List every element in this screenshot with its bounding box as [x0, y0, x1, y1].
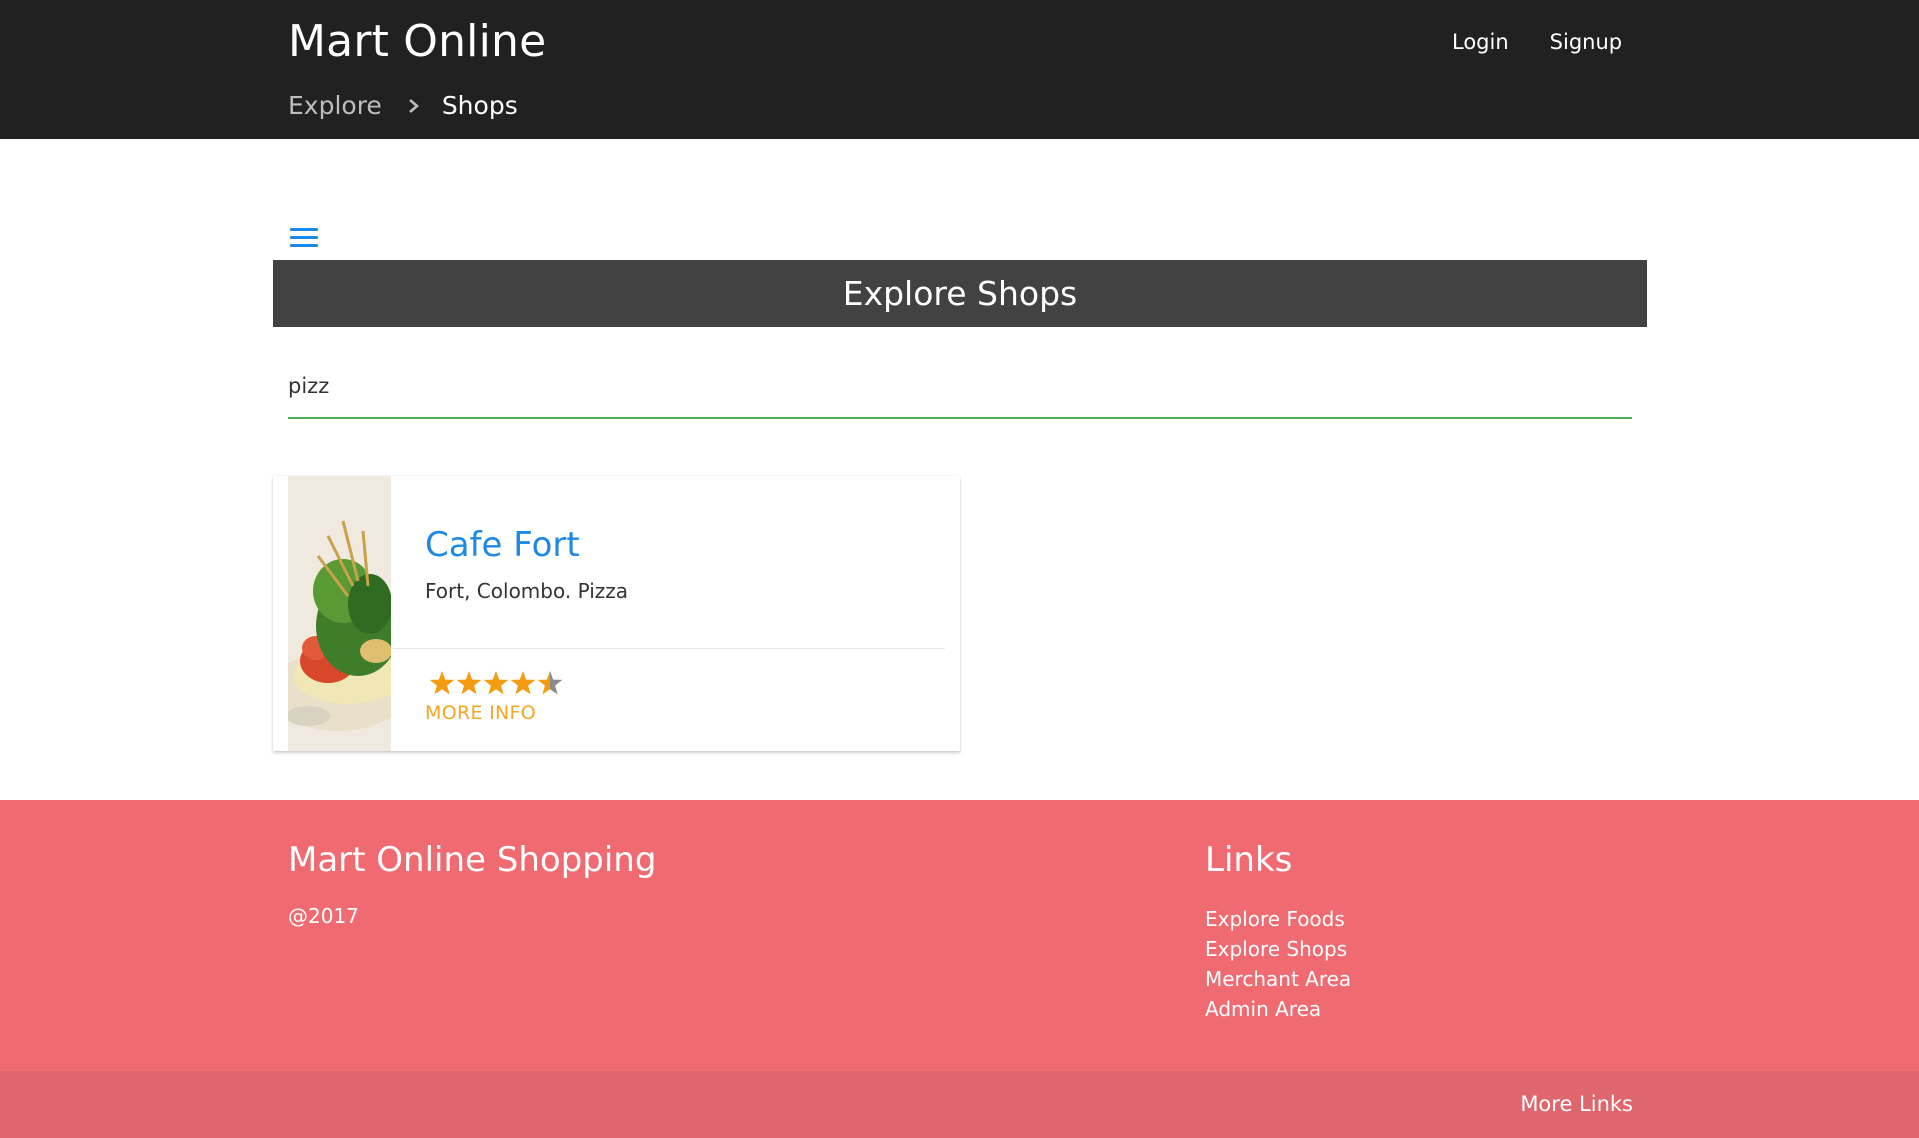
auth-nav: Login Signup	[1452, 30, 1622, 54]
footer-title: Mart Online Shopping	[288, 840, 657, 880]
footer-link-explore-shops[interactable]: Explore Shops	[1205, 934, 1351, 964]
shop-description: Fort, Colombo. Pizza	[425, 579, 629, 603]
chevron-right-icon	[408, 97, 420, 115]
page-title: Explore Shops	[273, 260, 1647, 327]
breadcrumb: Explore Shops	[288, 91, 518, 120]
star-rating	[429, 668, 569, 698]
signup-link[interactable]: Signup	[1550, 30, 1622, 54]
footer-links: Explore Foods Explore Shops Merchant Are…	[1205, 904, 1351, 1024]
shop-name-link[interactable]: Cafe Fort	[425, 525, 580, 565]
breadcrumb-explore[interactable]: Explore	[288, 91, 382, 120]
breadcrumb-shops: Shops	[441, 91, 518, 120]
shop-image	[288, 476, 391, 751]
star-icon	[510, 671, 536, 695]
more-links-link[interactable]: More Links	[1520, 1092, 1633, 1116]
login-link[interactable]: Login	[1452, 30, 1509, 54]
footer: Mart Online Shopping @2017 Links Explore…	[0, 800, 1919, 1138]
brand-logo-text[interactable]: Mart Online	[288, 16, 546, 67]
top-navbar: Mart Online Login Signup Explore Shops	[0, 0, 1919, 139]
search-input[interactable]	[288, 363, 1632, 419]
star-half-icon	[537, 671, 563, 695]
hamburger-menu-icon[interactable]	[290, 225, 318, 249]
footer-copyright: @2017	[288, 904, 359, 928]
star-icon	[456, 671, 482, 695]
footer-link-explore-foods[interactable]: Explore Foods	[1205, 904, 1351, 934]
footer-links-title: Links	[1205, 840, 1293, 880]
footer-bottom-bar: More Links	[0, 1071, 1919, 1138]
star-icon	[429, 671, 455, 695]
shop-card: Cafe Fort Fort, Colombo. Pizza MORE INFO	[273, 476, 960, 751]
footer-link-merchant-area[interactable]: Merchant Area	[1205, 964, 1351, 994]
more-info-button[interactable]: MORE INFO	[425, 702, 536, 724]
card-divider	[393, 648, 945, 649]
star-icon	[483, 671, 509, 695]
footer-link-admin-area[interactable]: Admin Area	[1205, 994, 1351, 1024]
